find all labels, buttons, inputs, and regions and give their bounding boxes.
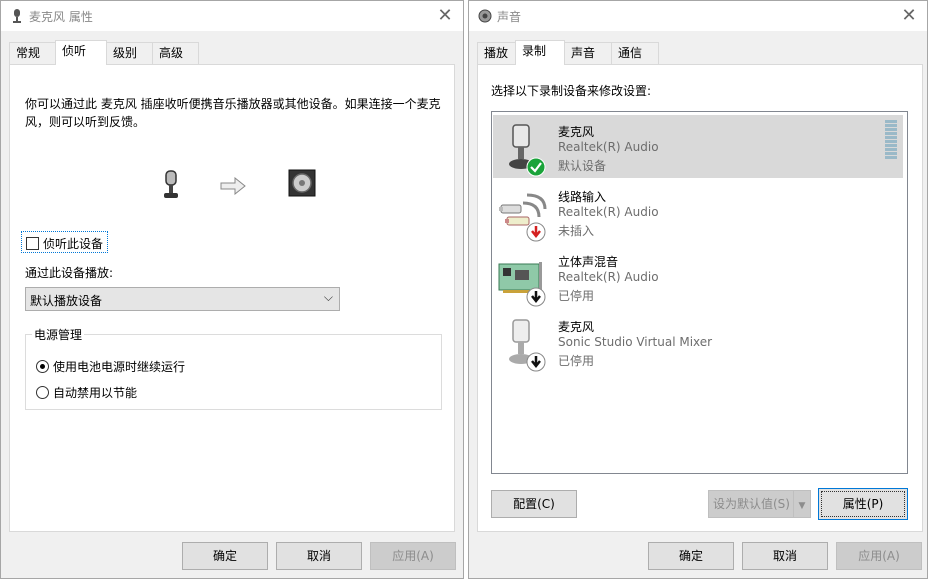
device-status: 已停用 [558, 289, 595, 303]
arrow-right-icon [220, 177, 246, 195]
list-item-stereo-mix[interactable]: 立体声混音 Realtek(R) Audio 已停用 [493, 245, 903, 308]
device-name: 麦克风 [558, 320, 595, 334]
titlebar: 麦克风 属性 ✕ [1, 1, 463, 31]
list-item-microphone-realtek[interactable]: 麦克风 Realtek(R) Audio 默认设备 [493, 115, 903, 178]
window-title: 声音 [497, 10, 522, 24]
titlebar: 声音 ✕ [469, 1, 927, 31]
tab-communications[interactable]: 通信 [611, 42, 659, 64]
device-driver: Realtek(R) Audio [558, 270, 659, 284]
list-item-line-in[interactable]: 线路输入 Realtek(R) Audio 未插入 [493, 180, 903, 243]
tab-advanced[interactable]: 高级 [152, 42, 199, 64]
recording-prompt: 选择以下录制设备来修改设置: [491, 84, 652, 98]
properties-button[interactable]: 属性(P) [818, 488, 908, 520]
device-status: 已停用 [558, 354, 595, 368]
ok-button[interactable]: 确定 [182, 542, 268, 570]
device-name: 麦克风 [558, 125, 595, 139]
apply-button[interactable]: 应用(A) [836, 542, 922, 570]
tab-levels[interactable]: 级别 [106, 42, 153, 64]
speaker-icon [478, 9, 492, 23]
radio-continue-on-battery[interactable]: 使用电池电源时继续运行 [36, 358, 185, 375]
device-name: 线路输入 [558, 190, 607, 204]
playback-device-label: 通过此设备播放: [25, 266, 114, 280]
microphone-properties-window: 麦克风 属性 ✕ 常规 侦听 级别 高级 你可以通过此 麦克风 插座收听便携音乐… [0, 0, 464, 579]
sound-window: 声音 ✕ 播放 录制 声音 通信 选择以下录制设备来修改设置: 麦克风 Real… [468, 0, 928, 579]
power-management-group: 电源管理 使用电池电源时继续运行 自动禁用以节能 [25, 326, 442, 410]
radio-label: 使用电池电源时继续运行 [53, 360, 186, 374]
device-status: 未插入 [558, 224, 595, 238]
chevron-down-icon: ▼ [798, 501, 806, 511]
level-meter [885, 120, 897, 160]
device-driver: Realtek(R) Audio [558, 140, 659, 154]
microphone-icon [13, 9, 21, 23]
listen-checkbox[interactable]: 侦听此设备 [21, 231, 109, 253]
tab-playback[interactable]: 播放 [477, 42, 516, 64]
set-default-dropdown[interactable]: ▼ [793, 490, 811, 518]
playback-device-value: 默认播放设备 [30, 294, 103, 308]
recording-panel: 选择以下录制设备来修改设置: 麦克风 Realtek(R) Audio 默认设备 [477, 64, 923, 532]
check-badge-icon [526, 157, 546, 177]
listen-description: 你可以通过此 麦克风 插座收听便携音乐播放器或其他设备。如果连接一个麦克风，则可… [25, 97, 441, 129]
unplugged-arrow-down-icon [526, 222, 546, 242]
radio-label: 自动禁用以节能 [53, 386, 138, 400]
cancel-button[interactable]: 取消 [276, 542, 362, 570]
power-group-title: 电源管理 [32, 326, 85, 343]
radio-button[interactable] [36, 386, 49, 399]
radio-auto-disable[interactable]: 自动禁用以节能 [36, 384, 137, 401]
listen-checkbox-label: 侦听此设备 [43, 236, 104, 251]
disabled-arrow-down-icon [526, 352, 546, 372]
disabled-arrow-down-icon [526, 287, 546, 307]
radio-button[interactable] [36, 360, 49, 373]
chevron-down-icon: ⌵ [323, 290, 333, 304]
device-name: 立体声混音 [558, 255, 619, 269]
device-driver: Sonic Studio Virtual Mixer [558, 335, 713, 349]
device-driver: Realtek(R) Audio [558, 205, 659, 219]
tab-sounds[interactable]: 声音 [564, 42, 612, 64]
set-default-button[interactable]: 设为默认值(S) [708, 490, 794, 518]
close-button[interactable]: ✕ [897, 5, 921, 27]
apply-button[interactable]: 应用(A) [370, 542, 456, 570]
microphone-icon [164, 170, 178, 198]
tab-general[interactable]: 常规 [9, 42, 56, 64]
cancel-button[interactable]: 取消 [742, 542, 828, 570]
window-title: 麦克风 属性 [29, 10, 93, 24]
tab-recording[interactable]: 录制 [515, 40, 565, 65]
list-item-microphone-sonic-studio[interactable]: 麦克风 Sonic Studio Virtual Mixer 已停用 [493, 310, 903, 373]
checkbox-box[interactable] [26, 236, 39, 250]
playback-device-select[interactable]: 默认播放设备 ⌵ [25, 287, 340, 311]
ok-button[interactable]: 确定 [648, 542, 734, 570]
tab-listen[interactable]: 侦听 [55, 40, 107, 65]
recording-device-list[interactable]: 麦克风 Realtek(R) Audio 默认设备 线路输入 Realtek(R… [491, 111, 908, 474]
device-status: 默认设备 [558, 159, 607, 173]
listen-panel: 你可以通过此 麦克风 插座收听便携音乐播放器或其他设备。如果连接一个麦克风，则可… [9, 64, 455, 532]
speaker-icon [288, 169, 316, 197]
close-button[interactable]: ✕ [433, 5, 457, 27]
configure-button[interactable]: 配置(C) [491, 490, 577, 518]
